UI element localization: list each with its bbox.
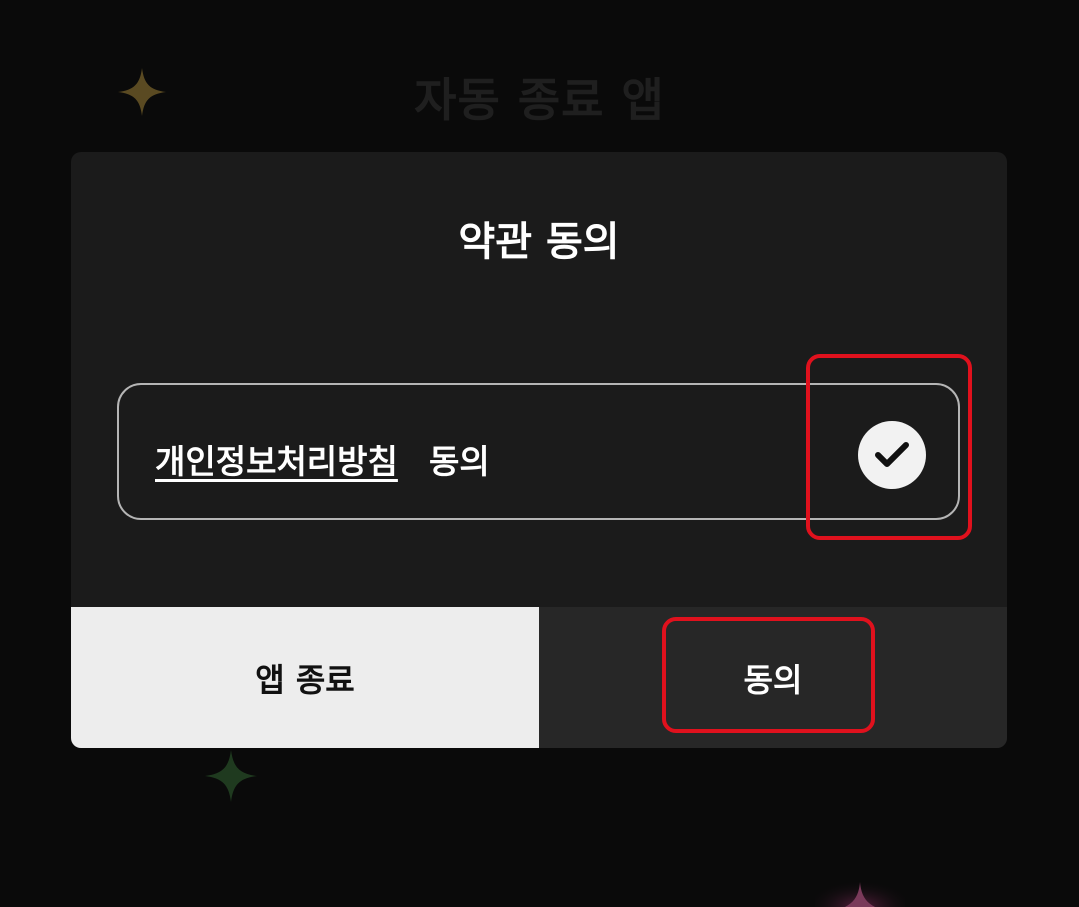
agree-button-label: 동의 bbox=[743, 660, 803, 699]
sparkle-icon bbox=[118, 68, 166, 116]
checkmark-icon bbox=[875, 442, 909, 467]
exit-app-button[interactable]: 앱 종료 bbox=[71, 607, 539, 748]
privacy-agreement-row[interactable]: 개인정보처리방침 동의 bbox=[117, 383, 960, 520]
privacy-policy-link[interactable]: 개인정보처리방침 bbox=[155, 435, 398, 483]
agreement-suffix-label: 동의 bbox=[429, 442, 490, 481]
terms-dialog: 약관 동의 개인정보처리방침 동의 앱 종료 동의 bbox=[71, 152, 1007, 748]
agree-checkbox[interactable] bbox=[858, 421, 926, 489]
exit-app-button-label: 앱 종료 bbox=[255, 660, 355, 699]
agree-button[interactable]: 동의 bbox=[539, 607, 1007, 748]
sparkle-icon bbox=[815, 862, 905, 907]
sparkle-icon bbox=[205, 750, 257, 802]
dialog-title: 약관 동의 bbox=[458, 219, 620, 265]
